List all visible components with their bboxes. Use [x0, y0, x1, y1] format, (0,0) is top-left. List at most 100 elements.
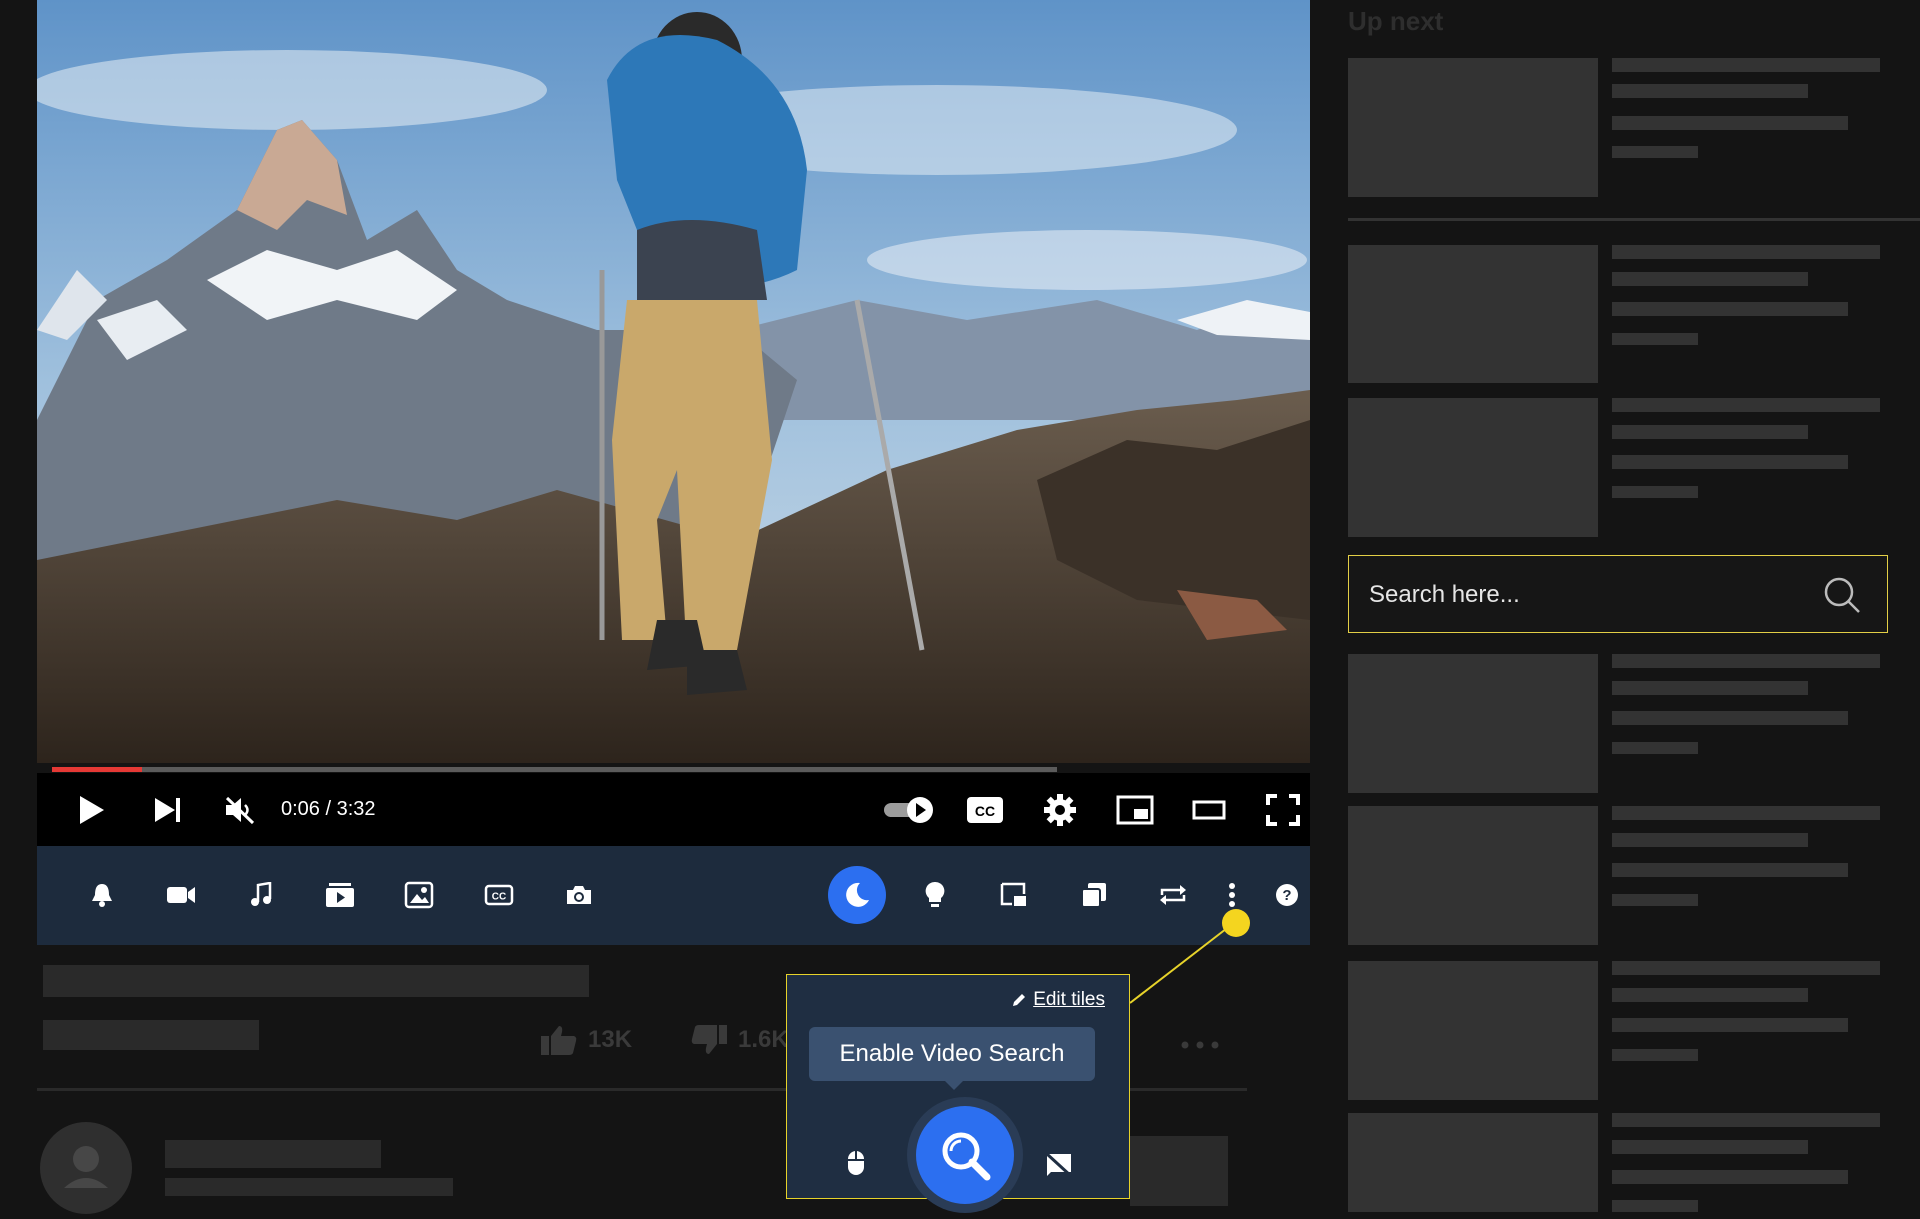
- text-placeholder: [1612, 833, 1808, 847]
- play-icon: [80, 795, 104, 824]
- camera-icon: [167, 887, 195, 903]
- edit-tiles-label: Edit tiles: [1033, 989, 1105, 1010]
- text-placeholder: [1612, 806, 1880, 820]
- channel-placeholder: [43, 1020, 259, 1050]
- pip-icon: [1000, 882, 1026, 906]
- thumbs-up-icon: [541, 1026, 577, 1055]
- video-search-icon: [942, 1132, 991, 1181]
- screenshot-icon: [567, 886, 591, 904]
- player-controls: 0:06 / 3:32 CC: [37, 773, 1310, 846]
- gear-icon: [1044, 793, 1076, 826]
- progress-bar[interactable]: [52, 767, 1057, 772]
- bell-icon: [92, 884, 112, 907]
- text-placeholder: [1612, 1113, 1880, 1127]
- more-horizontal-icon[interactable]: [1180, 1040, 1220, 1050]
- sidebar-heading: Up next: [1348, 6, 1444, 36]
- help-button[interactable]: ?: [1267, 870, 1307, 920]
- text-placeholder: [1612, 1140, 1808, 1154]
- edit-tiles-link[interactable]: Edit tiles: [1011, 989, 1105, 1011]
- mouse-tile[interactable]: [847, 1150, 865, 1181]
- highlight-marker: [1222, 909, 1250, 937]
- comment-text-placeholder: [165, 1178, 453, 1196]
- video-thumbnail-placeholder[interactable]: [1348, 654, 1598, 793]
- miniplayer-icon: [1116, 795, 1154, 824]
- text-placeholder: [1612, 272, 1808, 286]
- next-button[interactable]: [143, 773, 193, 846]
- help-icon: ?: [1276, 884, 1298, 906]
- text-placeholder: [1612, 961, 1880, 975]
- tooltip: Enable Video Search: [809, 1027, 1095, 1090]
- svg-text:CC: CC: [975, 803, 995, 819]
- text-placeholder: [1612, 398, 1880, 412]
- text-placeholder: [1612, 84, 1808, 98]
- video-thumbnail-placeholder[interactable]: [1348, 245, 1598, 383]
- screenshot-tile[interactable]: [554, 870, 604, 920]
- image-icon: [404, 881, 434, 909]
- cinema-tile[interactable]: [910, 870, 960, 920]
- play-button[interactable]: [67, 773, 117, 846]
- search-icon[interactable]: [1823, 576, 1861, 614]
- like-button[interactable]: 13K: [540, 1022, 632, 1058]
- dislike-count: 1.6K: [738, 1026, 789, 1053]
- mute-icon: [225, 796, 255, 824]
- title-placeholder: [43, 965, 589, 997]
- sidebar-search-input[interactable]: [1367, 556, 1811, 634]
- video-scene: [37, 0, 1310, 763]
- sidebar-divider: [1348, 218, 1920, 221]
- mute-button[interactable]: [215, 773, 265, 846]
- thumbs-down-icon: [691, 1025, 727, 1054]
- playlist-tile[interactable]: [315, 870, 365, 920]
- text-placeholder: [1612, 1170, 1848, 1184]
- cc-icon: CC: [967, 796, 1003, 823]
- image-tile[interactable]: [394, 870, 444, 920]
- comment-button-placeholder: [1130, 1136, 1228, 1206]
- autoplay-toggle[interactable]: [879, 773, 939, 846]
- text-placeholder: [1612, 1049, 1698, 1061]
- text-placeholder: [1612, 302, 1848, 316]
- text-placeholder: [1612, 1018, 1848, 1032]
- user-icon: [64, 1146, 108, 1188]
- video-thumbnail-placeholder[interactable]: [1348, 1113, 1598, 1212]
- notifications-tile[interactable]: [77, 870, 127, 920]
- playlist-icon: [326, 883, 354, 907]
- miniplayer-button[interactable]: [1105, 773, 1165, 846]
- like-count: 13K: [588, 1026, 633, 1053]
- audio-tile[interactable]: [236, 870, 286, 920]
- video-thumbnail-placeholder[interactable]: [1348, 806, 1598, 945]
- theater-button[interactable]: [1179, 773, 1239, 846]
- dark-mode-tile[interactable]: [828, 866, 886, 924]
- pip-tile[interactable]: [989, 870, 1039, 920]
- next-icon: [155, 797, 180, 822]
- video-thumbnail-placeholder[interactable]: [1348, 58, 1598, 197]
- video-thumbnail-placeholder[interactable]: [1348, 398, 1598, 537]
- text-placeholder: [1612, 988, 1808, 1002]
- dislike-button[interactable]: 1.6K: [690, 1022, 789, 1058]
- svg-text:CC: CC: [492, 892, 506, 903]
- comments-off-tile[interactable]: [1045, 1152, 1073, 1183]
- progress-played: [52, 767, 142, 772]
- video-thumbnail-placeholder[interactable]: [1348, 961, 1598, 1100]
- text-placeholder: [1612, 863, 1848, 877]
- copy-icon: [1081, 883, 1106, 908]
- video-tile[interactable]: [156, 870, 206, 920]
- text-placeholder: [1612, 681, 1808, 695]
- text-placeholder: [1612, 245, 1880, 259]
- text-placeholder: [1612, 711, 1848, 725]
- music-icon: [251, 882, 272, 906]
- text-placeholder: [1612, 425, 1808, 439]
- video-frame[interactable]: [37, 0, 1310, 763]
- text-placeholder: [1612, 894, 1698, 906]
- autoplay-toggle-icon: [884, 796, 933, 823]
- svg-text:?: ?: [1282, 887, 1291, 904]
- avatar: [40, 1122, 132, 1214]
- duplicate-tile[interactable]: [1069, 870, 1119, 920]
- subtitles-button[interactable]: CC: [955, 773, 1015, 846]
- fullscreen-button[interactable]: [1253, 773, 1313, 846]
- settings-button[interactable]: [1030, 773, 1090, 846]
- sidebar-search-box: [1348, 555, 1888, 634]
- pencil-icon: [1013, 994, 1026, 1006]
- text-placeholder: [1612, 455, 1848, 469]
- video-search-tile[interactable]: [907, 1097, 1023, 1213]
- captions-tile[interactable]: CC: [474, 870, 524, 920]
- text-placeholder: [1612, 742, 1698, 754]
